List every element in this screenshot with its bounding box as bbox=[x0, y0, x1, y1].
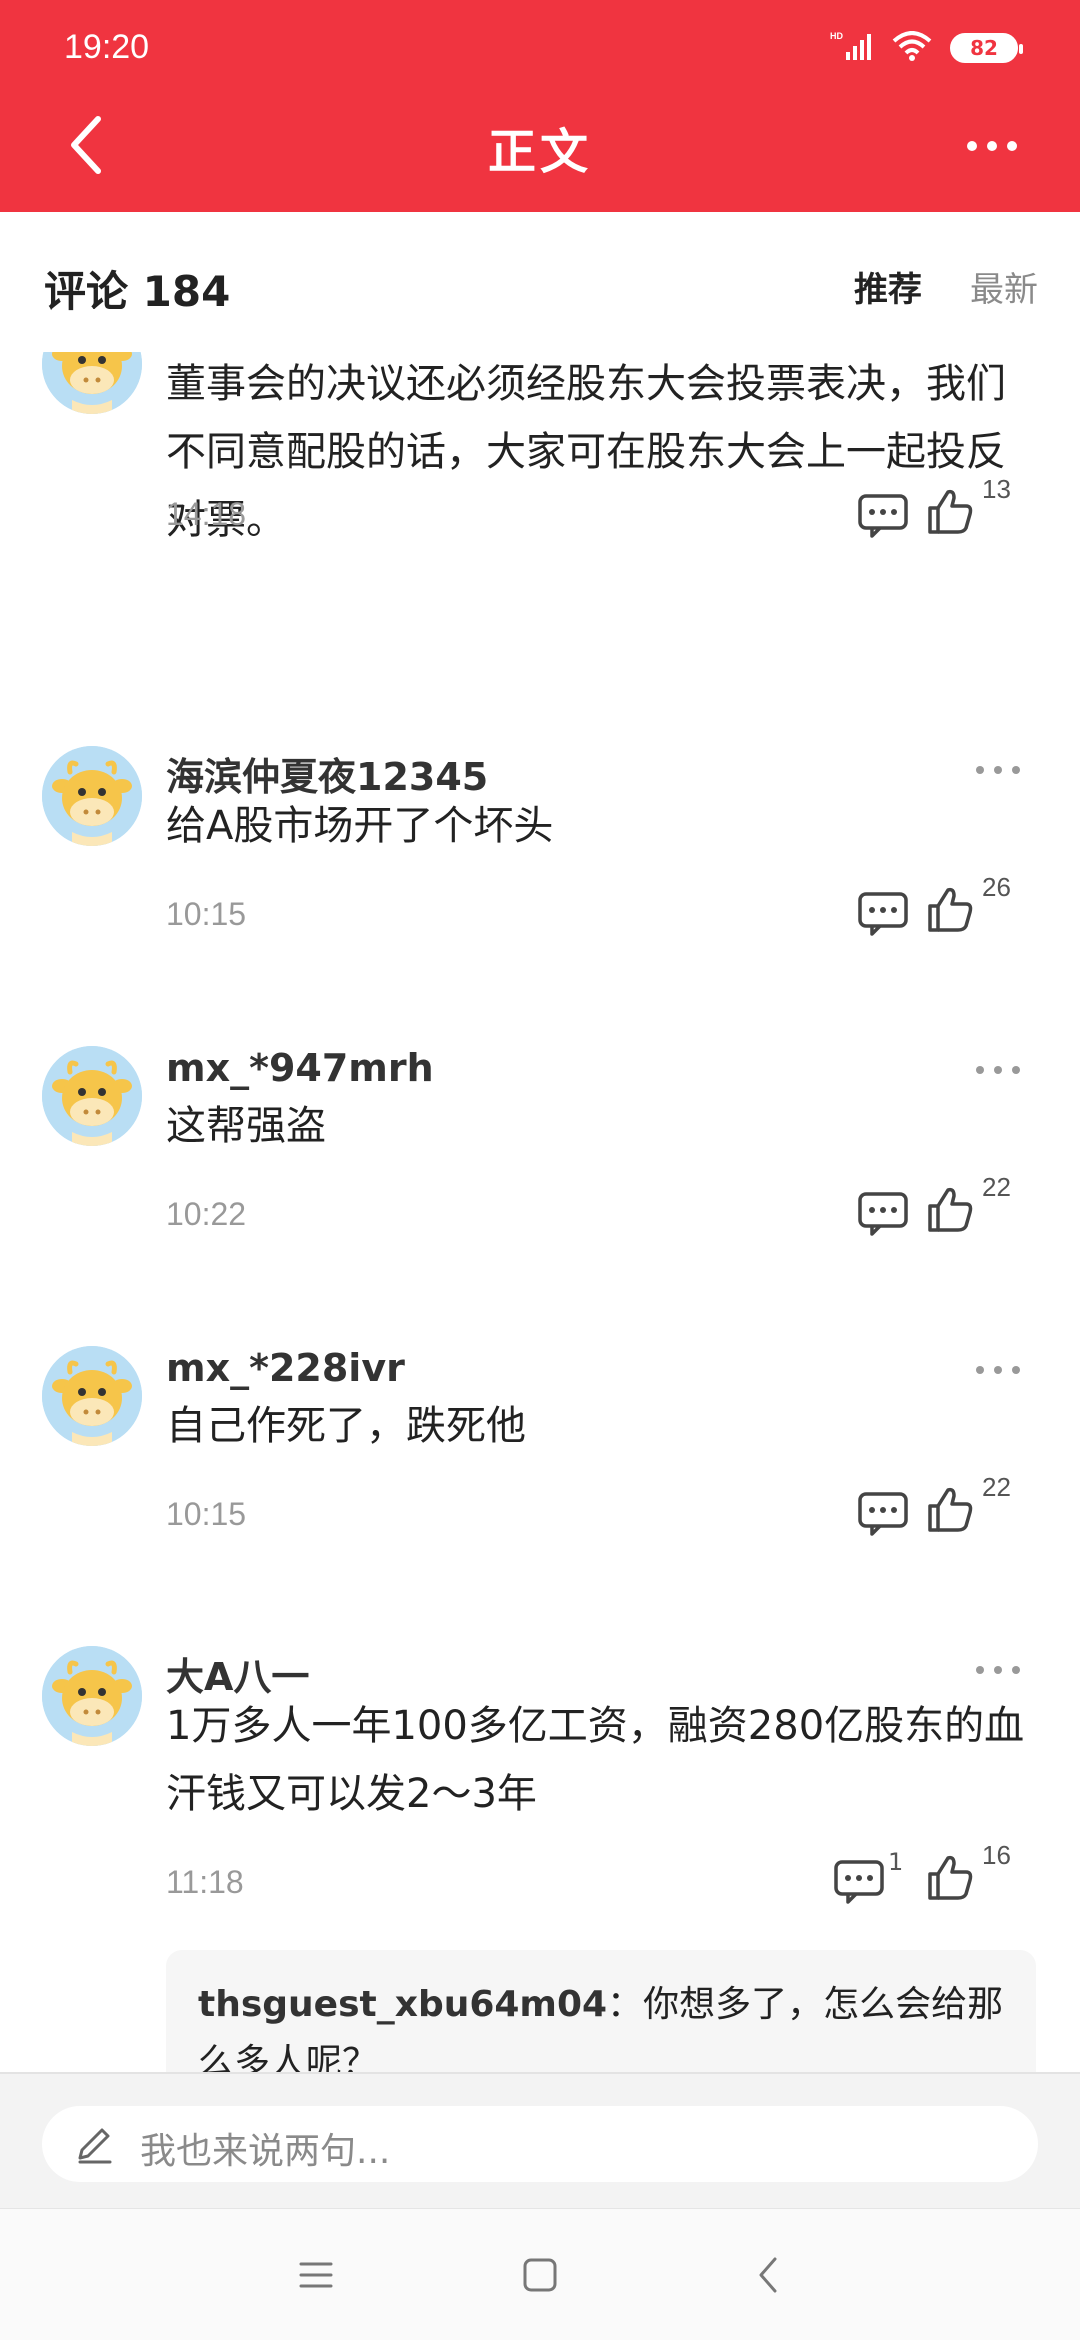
comment-content: 这帮强盗 bbox=[166, 1103, 326, 1149]
more-dots-icon bbox=[976, 1666, 1020, 1674]
like-count: 26 bbox=[982, 872, 1011, 902]
comment-input-bar: 我也来说两句... bbox=[0, 2072, 1080, 2208]
cow-avatar-icon[interactable] bbox=[42, 1346, 142, 1446]
comment-time: 11:18 bbox=[166, 1864, 244, 1900]
nav-home-button[interactable] bbox=[510, 2245, 570, 2305]
comment-more-button[interactable] bbox=[968, 1650, 1028, 1690]
hd-label: HD bbox=[830, 31, 843, 41]
reply-button[interactable] bbox=[856, 888, 912, 940]
comment-content: 1万多人一年100多亿工资，融资280亿股东的血汗钱又可以发2～3年 bbox=[166, 1703, 1025, 1817]
sort-recommended-tab[interactable]: 推荐 bbox=[854, 262, 922, 311]
reply-button[interactable] bbox=[856, 490, 912, 542]
comment-time: 14:18 bbox=[166, 496, 247, 532]
comments-count-title: 评论 184 bbox=[44, 267, 231, 316]
wifi-icon bbox=[892, 31, 932, 65]
comment-bubble-icon bbox=[856, 490, 912, 542]
reply-button[interactable] bbox=[856, 1488, 912, 1540]
comment-bubble-icon bbox=[856, 888, 912, 940]
cow-avatar-icon[interactable] bbox=[42, 1646, 142, 1746]
home-square-icon bbox=[523, 2258, 557, 2292]
comment-item: mx_*947mrh 这帮强盗 10:22 22 bbox=[0, 1046, 1080, 1346]
sort-latest-tab[interactable]: 最新 bbox=[970, 262, 1038, 311]
comment-list[interactable]: 董事会的决议还必须经股东大会投票表决，我们不同意配股的话，大家可在股东大会上一起… bbox=[0, 352, 1080, 2072]
like-count: 22 bbox=[982, 1172, 1011, 1202]
status-time: 19:20 bbox=[64, 28, 150, 66]
cow-avatar-icon[interactable] bbox=[42, 1046, 142, 1146]
reply-count: 1 bbox=[888, 1848, 904, 1876]
like-count: 22 bbox=[982, 1472, 1011, 1502]
thumbs-up-icon bbox=[924, 1484, 976, 1536]
comment-item: 董事会的决议还必须经股东大会投票表决，我们不同意配股的话，大家可在股东大会上一起… bbox=[0, 352, 1080, 614]
comment-item: 海滨仲夏夜12345 给A股市场开了个坏头 10:15 26 bbox=[0, 746, 1080, 1046]
more-dots-icon bbox=[976, 766, 1020, 774]
more-dots-icon bbox=[976, 1066, 1020, 1074]
like-button[interactable]: 22 bbox=[924, 1472, 1024, 1544]
pen-icon bbox=[78, 2128, 112, 2164]
like-count: 16 bbox=[982, 1840, 1011, 1870]
comment-content: 给A股市场开了个坏头 bbox=[166, 803, 554, 849]
comment-input[interactable]: 我也来说两句... bbox=[42, 2106, 1038, 2182]
page-title: 正文 bbox=[487, 124, 592, 180]
like-button[interactable]: 13 bbox=[924, 474, 1024, 546]
comment-item: 大A八一 1万多人一年100多亿工资，融资280亿股东的血汗钱又可以发2～3年 … bbox=[0, 1646, 1080, 2072]
reply-username[interactable]: thsguest_xbu64m04 bbox=[198, 1984, 607, 2025]
comment-item: mx_*228ivr 自己作死了，跌死他 10:15 22 bbox=[0, 1346, 1080, 1646]
comment-username[interactable]: mx_*947mrh bbox=[166, 1046, 434, 1090]
reply-separator: ： bbox=[607, 1984, 644, 2025]
comment-username[interactable]: mx_*228ivr bbox=[166, 1346, 405, 1390]
comment-input-placeholder: 我也来说两句... bbox=[140, 2131, 391, 2172]
comment-time: 10:15 bbox=[166, 1496, 247, 1532]
like-button[interactable]: 26 bbox=[924, 872, 1024, 944]
menu-icon bbox=[299, 2262, 333, 2288]
like-button[interactable]: 22 bbox=[924, 1172, 1024, 1244]
more-dots-icon bbox=[976, 1366, 1020, 1374]
more-button[interactable] bbox=[952, 118, 1032, 174]
status-bar: 19:20 HD 82 bbox=[0, 0, 1080, 96]
comment-bubble-icon bbox=[832, 1856, 888, 1908]
cow-avatar-icon[interactable] bbox=[42, 352, 142, 414]
nav-back-button[interactable] bbox=[738, 2245, 798, 2305]
reply-preview[interactable]: thsguest_xbu64m04：你想多了，怎么会给那么多人呢？ bbox=[166, 1950, 1036, 2072]
comment-time: 10:15 bbox=[166, 896, 247, 932]
comment-content: 自己作死了，跌死他 bbox=[166, 1403, 526, 1449]
like-button[interactable]: 16 bbox=[924, 1840, 1024, 1912]
battery-indicator: 82 bbox=[950, 33, 1023, 63]
comment-bubble-icon bbox=[856, 1188, 912, 1240]
comments-header: 评论 184 推荐 最新 bbox=[0, 212, 1080, 352]
status-icons: HD 82 bbox=[830, 30, 1023, 66]
top-bar: 19:20 HD 82 正文 bbox=[0, 0, 1080, 212]
thumbs-up-icon bbox=[924, 1852, 976, 1904]
reply-button[interactable] bbox=[856, 1188, 912, 1240]
signal-icon: HD bbox=[830, 30, 874, 66]
like-count: 13 bbox=[982, 474, 1011, 504]
cow-avatar-icon[interactable] bbox=[42, 746, 142, 846]
comment-more-button[interactable] bbox=[968, 1050, 1028, 1090]
system-nav-bar bbox=[0, 2208, 1080, 2340]
thumbs-up-icon bbox=[924, 884, 976, 936]
nav-menu-button[interactable] bbox=[286, 2245, 346, 2305]
comment-time: 10:22 bbox=[166, 1196, 247, 1232]
more-dots-icon bbox=[967, 141, 1017, 151]
comment-more-button[interactable] bbox=[968, 750, 1028, 790]
thumbs-up-icon bbox=[924, 1184, 976, 1236]
back-triangle-icon bbox=[759, 2257, 777, 2293]
reply-button[interactable]: 1 bbox=[832, 1848, 903, 1908]
thumbs-up-icon bbox=[924, 486, 976, 538]
comment-bubble-icon bbox=[856, 1488, 912, 1540]
comment-more-button[interactable] bbox=[968, 1350, 1028, 1390]
